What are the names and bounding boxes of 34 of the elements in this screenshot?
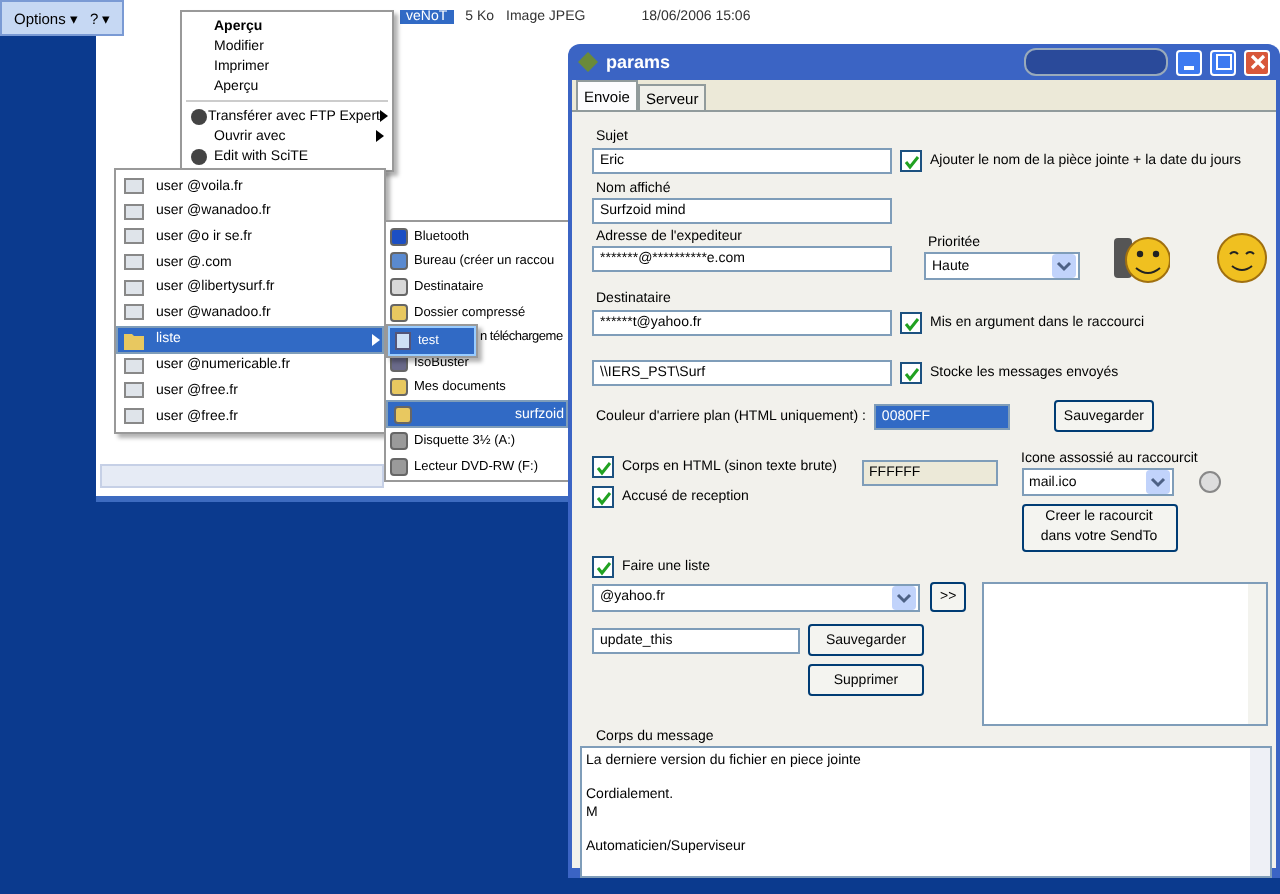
envelope-icon: [124, 302, 144, 323]
close-button[interactable]: [1244, 49, 1270, 75]
envelope-icon: [124, 201, 144, 222]
checkbox[interactable]: [900, 150, 922, 172]
toolbar-pill-drawing[interactable]: [1024, 48, 1168, 76]
minimize-button[interactable]: [1176, 49, 1202, 75]
app-icon: [190, 107, 208, 125]
envelope-icon: [124, 252, 144, 273]
checkbox[interactable]: [592, 556, 614, 578]
checkbox[interactable]: [592, 486, 614, 508]
submenu-arrow-icon: [372, 333, 380, 346]
horizontal-scrollbar[interactable]: [100, 464, 384, 488]
smiley-icon: [1213, 230, 1268, 286]
envelope-icon: [124, 226, 144, 247]
checkbox[interactable]: [900, 312, 922, 334]
mail-icon: [1197, 470, 1222, 494]
checkbox[interactable]: [592, 456, 614, 478]
envelope-icon: [124, 380, 144, 401]
checkbox[interactable]: [900, 362, 922, 384]
envelope-icon: [124, 277, 144, 298]
envelope-icon: [124, 355, 144, 376]
close-icon: [1249, 54, 1265, 70]
folder-icon: [124, 329, 144, 350]
document-icon: [394, 331, 412, 350]
maximize-button[interactable]: [1210, 49, 1236, 75]
vertical-scrollbar[interactable]: [1248, 584, 1266, 724]
app-icon: [578, 52, 598, 72]
maximize-icon: [1215, 54, 1231, 70]
app-icon: [190, 147, 208, 165]
envelope-icon: [124, 406, 144, 427]
window-title: params: [606, 52, 671, 72]
list-box[interactable]: [982, 582, 1268, 726]
envelope-icon: [124, 176, 144, 197]
vertical-scrollbar[interactable]: [1250, 748, 1270, 876]
